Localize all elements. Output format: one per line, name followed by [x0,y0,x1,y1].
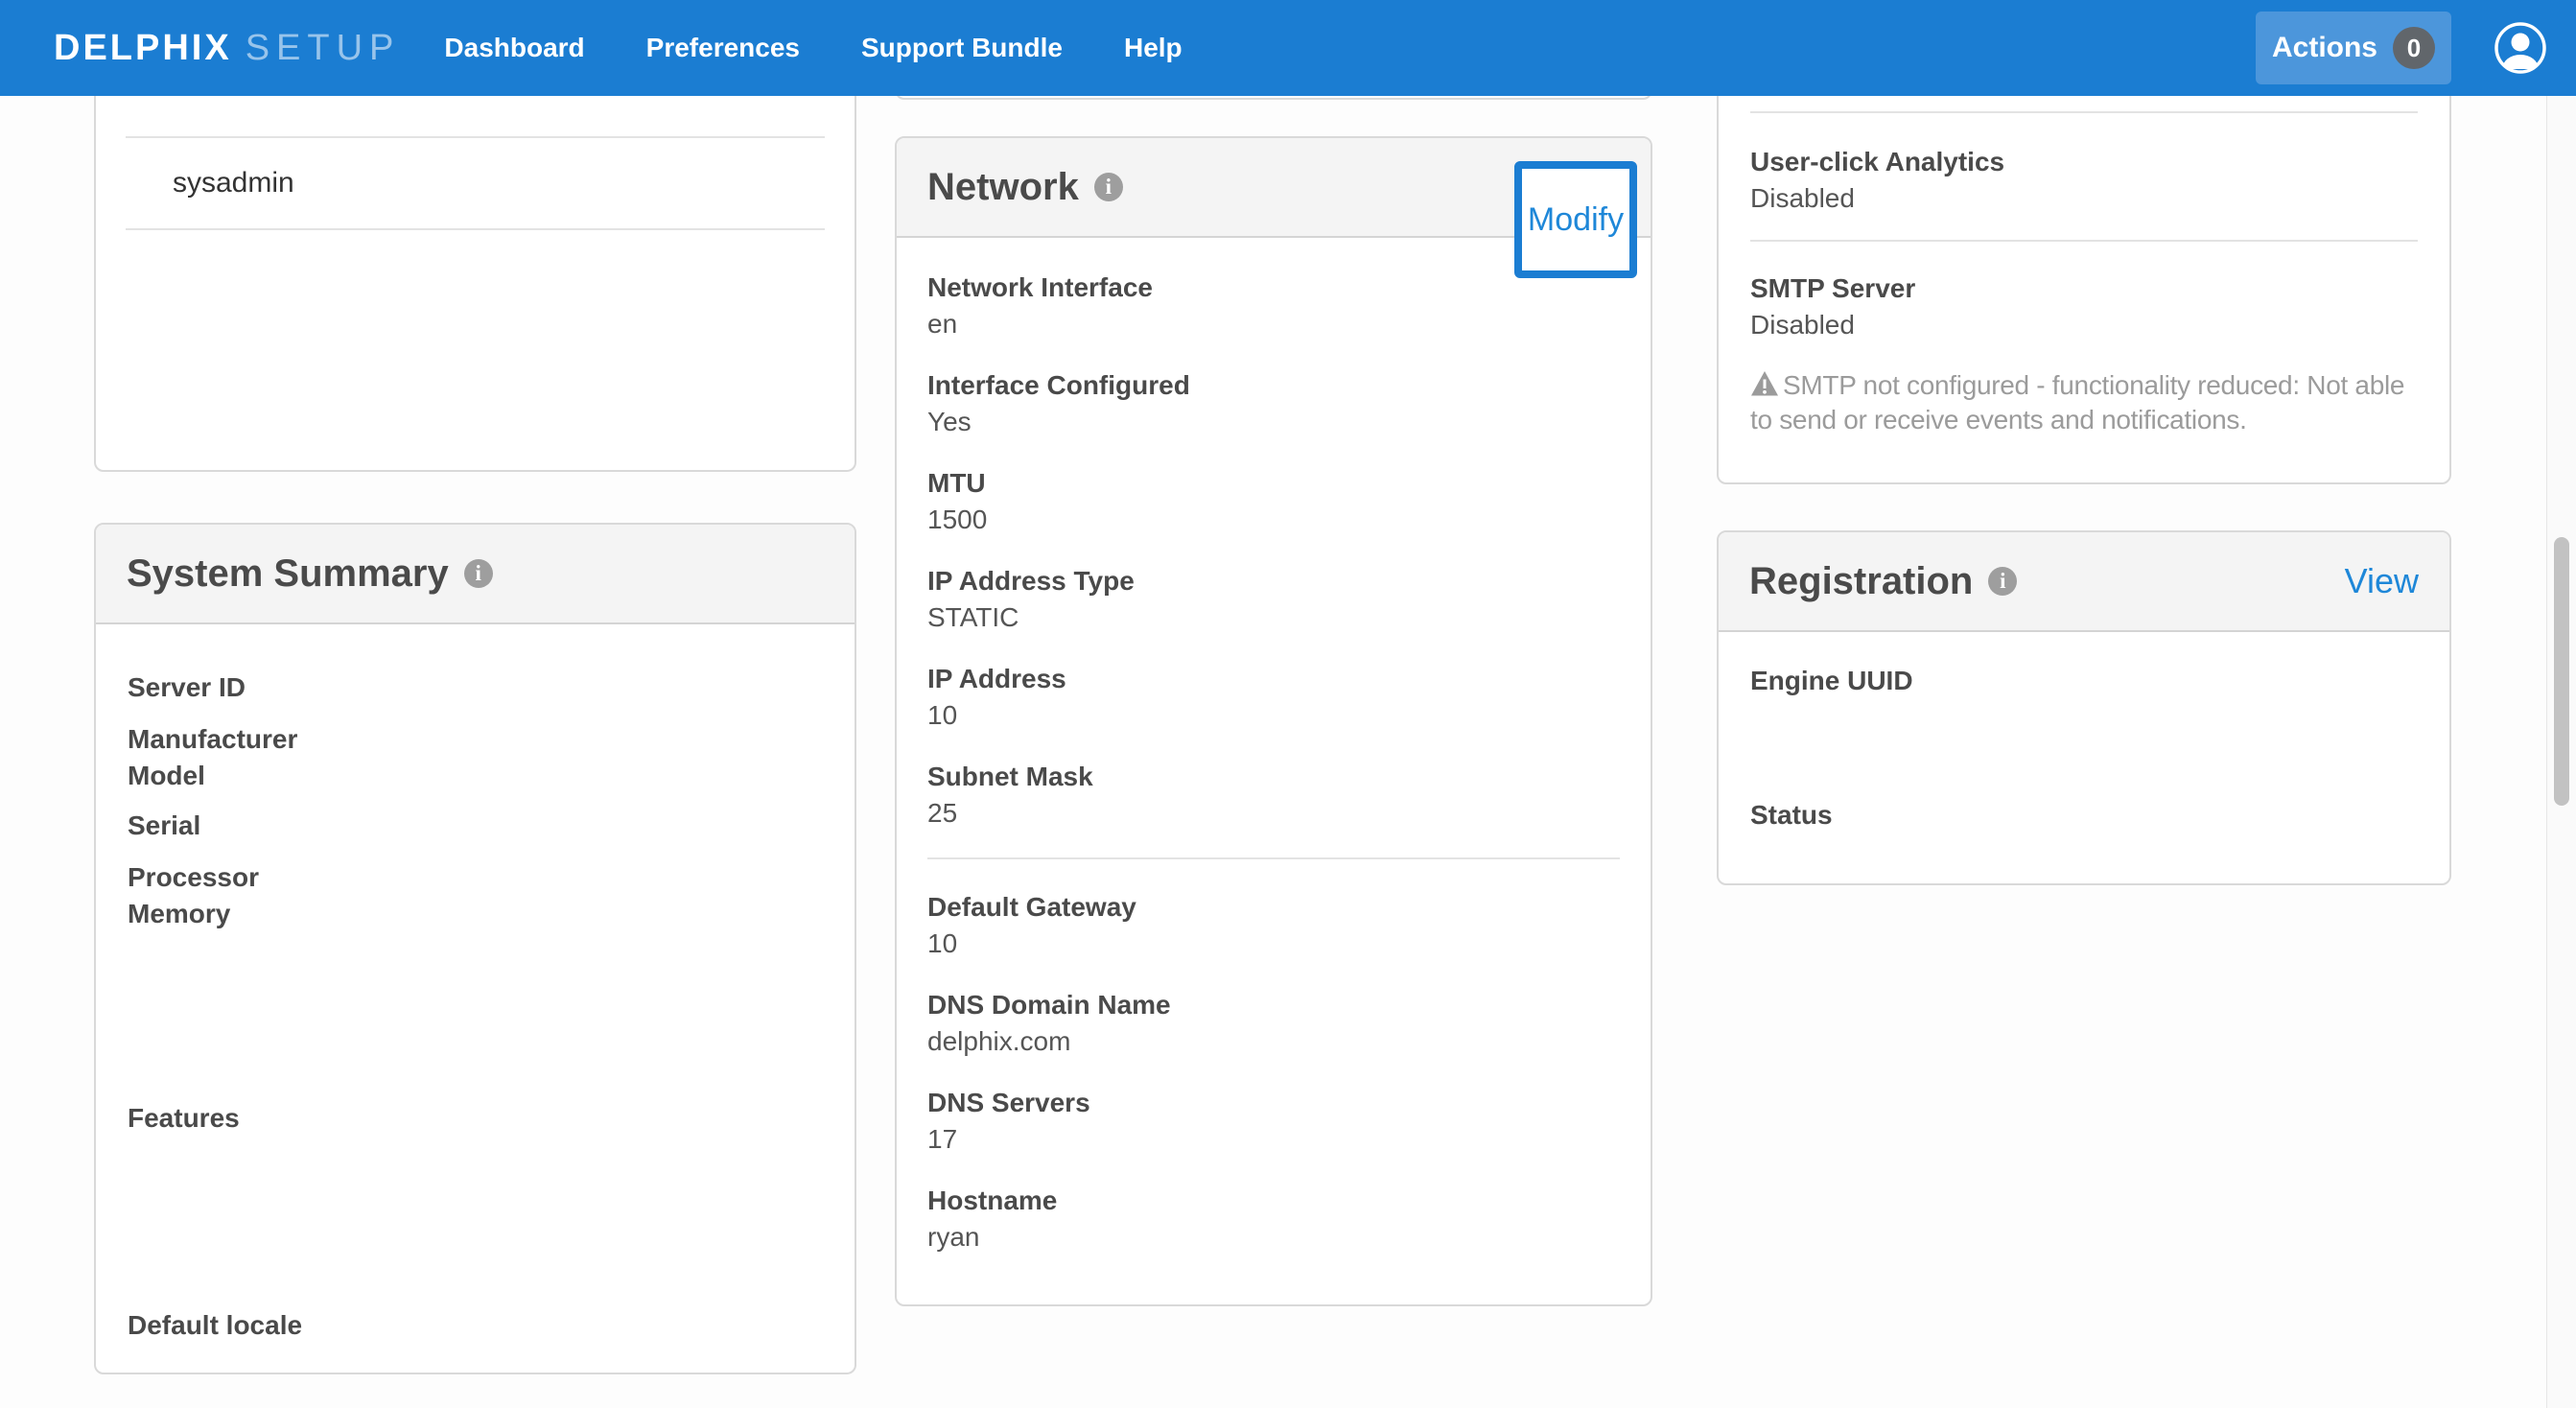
field-label-manufacturer: Manufacturer [128,721,823,758]
field-label-memory: Memory [128,896,823,932]
network-header: Network i Modify [897,138,1651,238]
network-panel: Network i Modify Network Interface en In… [895,136,1652,1306]
system-summary-title: System Summary [127,552,449,596]
app-logo: DELPHIX SETUP [54,28,400,69]
registration-view-link[interactable]: View [2345,561,2419,601]
divider [927,857,1620,859]
field-value: Disabled [1750,181,2418,216]
nav-item-dashboard[interactable]: Dashboard [413,19,615,77]
field-value: Yes [927,405,1620,439]
network-modify-button[interactable]: Modify [1514,161,1637,278]
brand-primary: DELPHIX [54,28,232,69]
field-value: STATIC [927,600,1620,635]
field-value: Disabled [1750,308,2418,342]
field-label: MTU [927,466,1620,501]
scrollbar-thumb[interactable] [2554,537,2569,806]
nav-item-support-bundle[interactable]: Support Bundle [831,19,1093,77]
field-status: Status [1750,798,2418,869]
field-label-serial: Serial [128,808,823,844]
field-label-server-id: Server ID [128,669,823,706]
users-panel: sysadmin [94,54,856,472]
field-label: Subnet Mask [927,760,1620,794]
field-value: 17 [927,1122,1620,1157]
field-value: 1500 [927,503,1620,537]
field-ip-address: IP Address 10 [927,662,1620,733]
field-value: ryan [927,1220,1620,1255]
user-avatar-button[interactable] [2494,21,2547,75]
field-subnet-mask: Subnet Mask 25 [927,760,1620,831]
field-default-gateway: Default Gateway 10 [927,890,1620,961]
warning-icon [1750,370,1779,397]
registration-panel: Registration i View Engine UUID Status [1717,530,2451,885]
field-label: SMTP Server [1750,271,2418,306]
field-dns-servers: DNS Servers 17 [927,1086,1620,1157]
field-label-features: Features [128,1100,823,1137]
field-label: User-click Analytics [1750,145,2418,179]
field-label-default-locale: Default locale [128,1307,823,1344]
notifications-panel: User-click Analytics Disabled SMTP Serve… [1717,54,2451,484]
field-label: Hostname [927,1184,1620,1218]
nav-item-help[interactable]: Help [1093,19,1213,77]
field-value [1750,700,2418,735]
field-value: en [927,307,1620,341]
info-icon[interactable]: i [1094,173,1123,201]
actions-button-label: Actions [2272,32,2377,64]
user-list-item[interactable]: sysadmin [126,138,825,228]
registration-title: Registration [1749,560,1973,603]
main-nav: Dashboard Preferences Support Bundle Hel… [413,19,1212,77]
divider [126,228,825,230]
scrollbar-track[interactable] [2546,96,2576,1408]
user-avatar-icon [2494,21,2547,75]
field-value: 25 [927,796,1620,831]
field-label: IP Address Type [927,564,1620,598]
field-interface-configured: Interface Configured Yes [927,368,1620,439]
brand-secondary: SETUP [246,28,401,69]
field-value [1750,834,2418,869]
field-hostname: Hostname ryan [927,1184,1620,1255]
field-ip-address-type: IP Address Type STATIC [927,564,1620,635]
field-value: 10 [927,698,1620,733]
field-dns-domain-name: DNS Domain Name delphix.com [927,988,1620,1059]
system-summary-body: Server ID Manufacturer Model Serial Proc… [96,624,855,1344]
top-navbar: DELPHIX SETUP Dashboard Preferences Supp… [0,0,2576,96]
field-label-model: Model [128,758,823,794]
divider [1750,111,2418,113]
info-icon[interactable]: i [464,559,493,588]
nav-item-preferences[interactable]: Preferences [616,19,831,77]
smtp-warning-message: SMTP not configured - functionality redu… [1750,368,2418,437]
smtp-warning-text: SMTP not configured - functionality redu… [1750,370,2404,434]
field-label: Engine UUID [1750,664,2418,698]
field-label: Status [1750,798,2418,833]
registration-header: Registration i View [1719,532,2449,632]
divider [1750,240,2418,242]
field-value: delphix.com [927,1024,1620,1059]
field-label: DNS Servers [927,1086,1620,1120]
field-label: Interface Configured [927,368,1620,403]
actions-count-badge: 0 [2393,27,2435,69]
field-value: 10 [927,927,1620,961]
network-body: Network Interface en Interface Configure… [897,238,1651,1255]
registration-body: Engine UUID Status [1719,632,2449,869]
field-label-processor: Processor [128,859,823,896]
field-user-click-analytics: User-click Analytics Disabled [1750,145,2418,216]
field-label: Default Gateway [927,890,1620,925]
field-mtu: MTU 1500 [927,466,1620,537]
field-engine-uuid: Engine UUID [1750,664,2418,735]
field-network-interface: Network Interface en [927,270,1620,341]
field-label: DNS Domain Name [927,988,1620,1022]
network-title: Network [927,166,1079,209]
actions-button[interactable]: Actions 0 [2256,12,2451,84]
field-smtp-server: SMTP Server Disabled [1750,271,2418,342]
system-summary-header: System Summary i [96,525,855,624]
system-summary-panel: System Summary i Server ID Manufacturer … [94,523,856,1374]
info-icon[interactable]: i [1988,567,2017,596]
field-label: IP Address [927,662,1620,696]
